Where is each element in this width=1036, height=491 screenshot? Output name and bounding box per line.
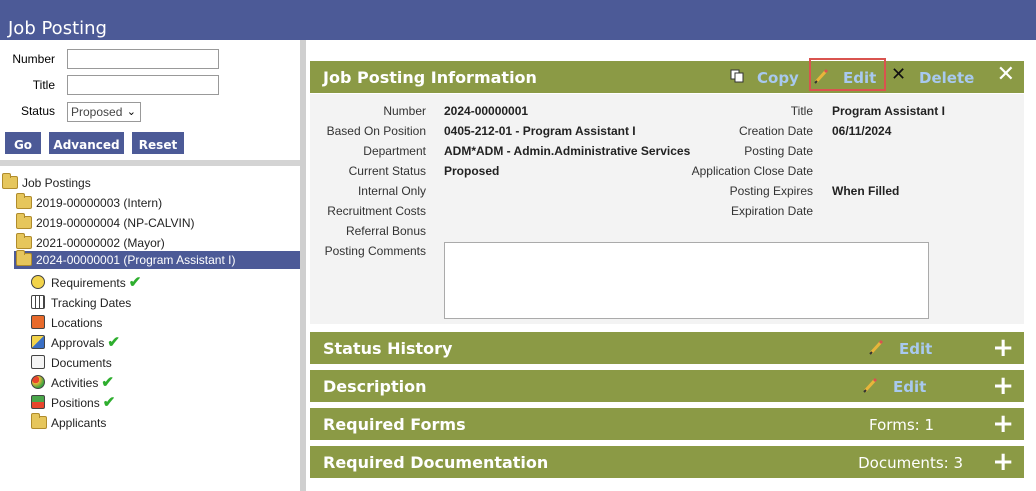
tree-child-documents[interactable]: Documents [31,354,112,372]
field-label: Posting Comments [324,244,426,258]
field-label: Posting Expires [729,184,813,198]
tree-child-positions[interactable]: Positions ✔ [31,394,115,412]
field-value: When Filled [832,184,900,198]
title-input[interactable] [67,75,219,95]
close-icon[interactable]: ✕ [997,62,1015,87]
delete-button[interactable]: Delete [919,69,974,87]
field-value: Proposed [444,164,500,178]
positions-icon [31,395,45,409]
field-label: Referral Bonus [345,224,426,238]
documents-count: Documents: 3 [858,454,963,472]
expand-plus-icon[interactable]: + [992,333,1014,363]
left-panel: Number Title Status Proposed ⌄ Go Advanc… [0,40,300,491]
field-value: ADM*ADM - Admin.Administrative Services [444,144,691,158]
copy-button[interactable]: Copy [757,69,799,87]
folder-open-icon [16,250,32,266]
field-value: Program Assistant I [832,104,945,118]
section-title: Required Documentation [323,453,549,472]
section-title: Job Posting Information [323,68,537,87]
tree-posting-selected[interactable]: 2024-00000001 (Program Assistant I) [14,250,300,269]
section-title: Description [323,377,427,396]
go-button[interactable]: Go [5,132,41,154]
tree-root[interactable]: Job Postings [2,173,91,192]
edit-button[interactable]: Edit [899,340,932,358]
requirements-icon [31,275,45,289]
required-documentation-header[interactable]: Required Documentation Documents: 3 + [310,446,1024,478]
tree-posting[interactable]: 2021-00000002 (Mayor) [16,233,165,252]
field-label: Internal Only [357,184,426,198]
expand-plus-icon[interactable]: + [992,371,1014,401]
close-x-icon[interactable]: ✕ [891,64,906,85]
check-icon: ✔ [101,374,114,391]
field-label: Posting Date [744,144,813,158]
approvals-icon [31,335,45,349]
folder-icon [16,233,32,249]
info-section-header: Job Posting Information Copy Edit ✕ Dele… [310,61,1024,93]
advanced-button[interactable]: Advanced [49,132,124,154]
field-label: Recruitment Costs [327,204,426,218]
tree-child-activities[interactable]: Activities ✔ [31,374,114,392]
folder-open-icon [2,173,18,189]
field-label: Department [363,144,426,158]
field-label: Creation Date [738,124,813,138]
field-label: Current Status [348,164,426,178]
check-icon: ✔ [128,274,142,291]
field-value: 06/11/2024 [832,124,892,138]
title-label: Title [32,78,55,92]
required-forms-header[interactable]: Required Forms Forms: 1 + [310,408,1024,440]
edit-button[interactable]: Edit [893,378,926,396]
folder-icon [16,193,32,209]
tree-posting[interactable]: 2019-00000004 (NP-CALVIN) [16,213,195,232]
section-title: Required Forms [323,415,466,434]
check-icon: ✔ [102,394,116,411]
field-label: Number [383,104,426,118]
activities-icon [31,375,45,389]
tree-child-requirements[interactable]: Requirements ✔ [31,274,141,292]
copy-icon[interactable] [729,68,745,84]
tree-posting[interactable]: 2019-00000003 (Intern) [16,193,162,212]
app-header: Job Posting [0,0,1036,40]
section-title: Status History [323,339,453,358]
app-title: Job Posting [8,18,107,39]
posting-comments-box[interactable] [444,242,929,319]
field-value: 2024-00000001 [444,104,529,118]
folder-icon [16,213,32,229]
calendar-grid-icon [31,295,45,309]
tree-child-approvals[interactable]: Approvals ✔ [31,334,120,352]
pencil-icon[interactable] [868,339,885,356]
expand-plus-icon[interactable]: + [992,409,1014,439]
edit-highlight-box [809,58,886,91]
tree-child-applicants[interactable]: Applicants [31,413,106,432]
check-icon: ✔ [107,334,120,351]
field-label: Title [790,104,813,118]
tree-child-tracking-dates[interactable]: Tracking Dates [31,294,131,312]
number-label: Number [12,52,55,66]
description-header[interactable]: Description Edit + [310,370,1024,402]
panel-divider [0,160,300,166]
tree-child-locations[interactable]: Locations [31,314,102,332]
forms-count: Forms: 1 [869,416,934,434]
status-select[interactable]: Proposed ⌄ [67,102,141,122]
folder-icon [31,413,47,429]
document-icon [31,355,45,369]
field-label: Application Close Date [691,164,813,178]
chevron-down-icon: ⌄ [126,106,136,118]
expand-plus-icon[interactable]: + [992,447,1014,477]
status-history-header[interactable]: Status History Edit + [310,332,1024,364]
field-value: 0405-212-01 - Program Assistant I [444,124,636,138]
number-input[interactable] [67,49,219,69]
pencil-icon[interactable] [862,377,879,394]
location-icon [31,315,45,329]
status-select-value: Proposed [71,105,123,119]
field-label: Expiration Date [730,204,813,218]
field-label: Based On Position [326,124,426,138]
reset-button[interactable]: Reset [132,132,184,154]
status-label: Status [20,104,55,118]
